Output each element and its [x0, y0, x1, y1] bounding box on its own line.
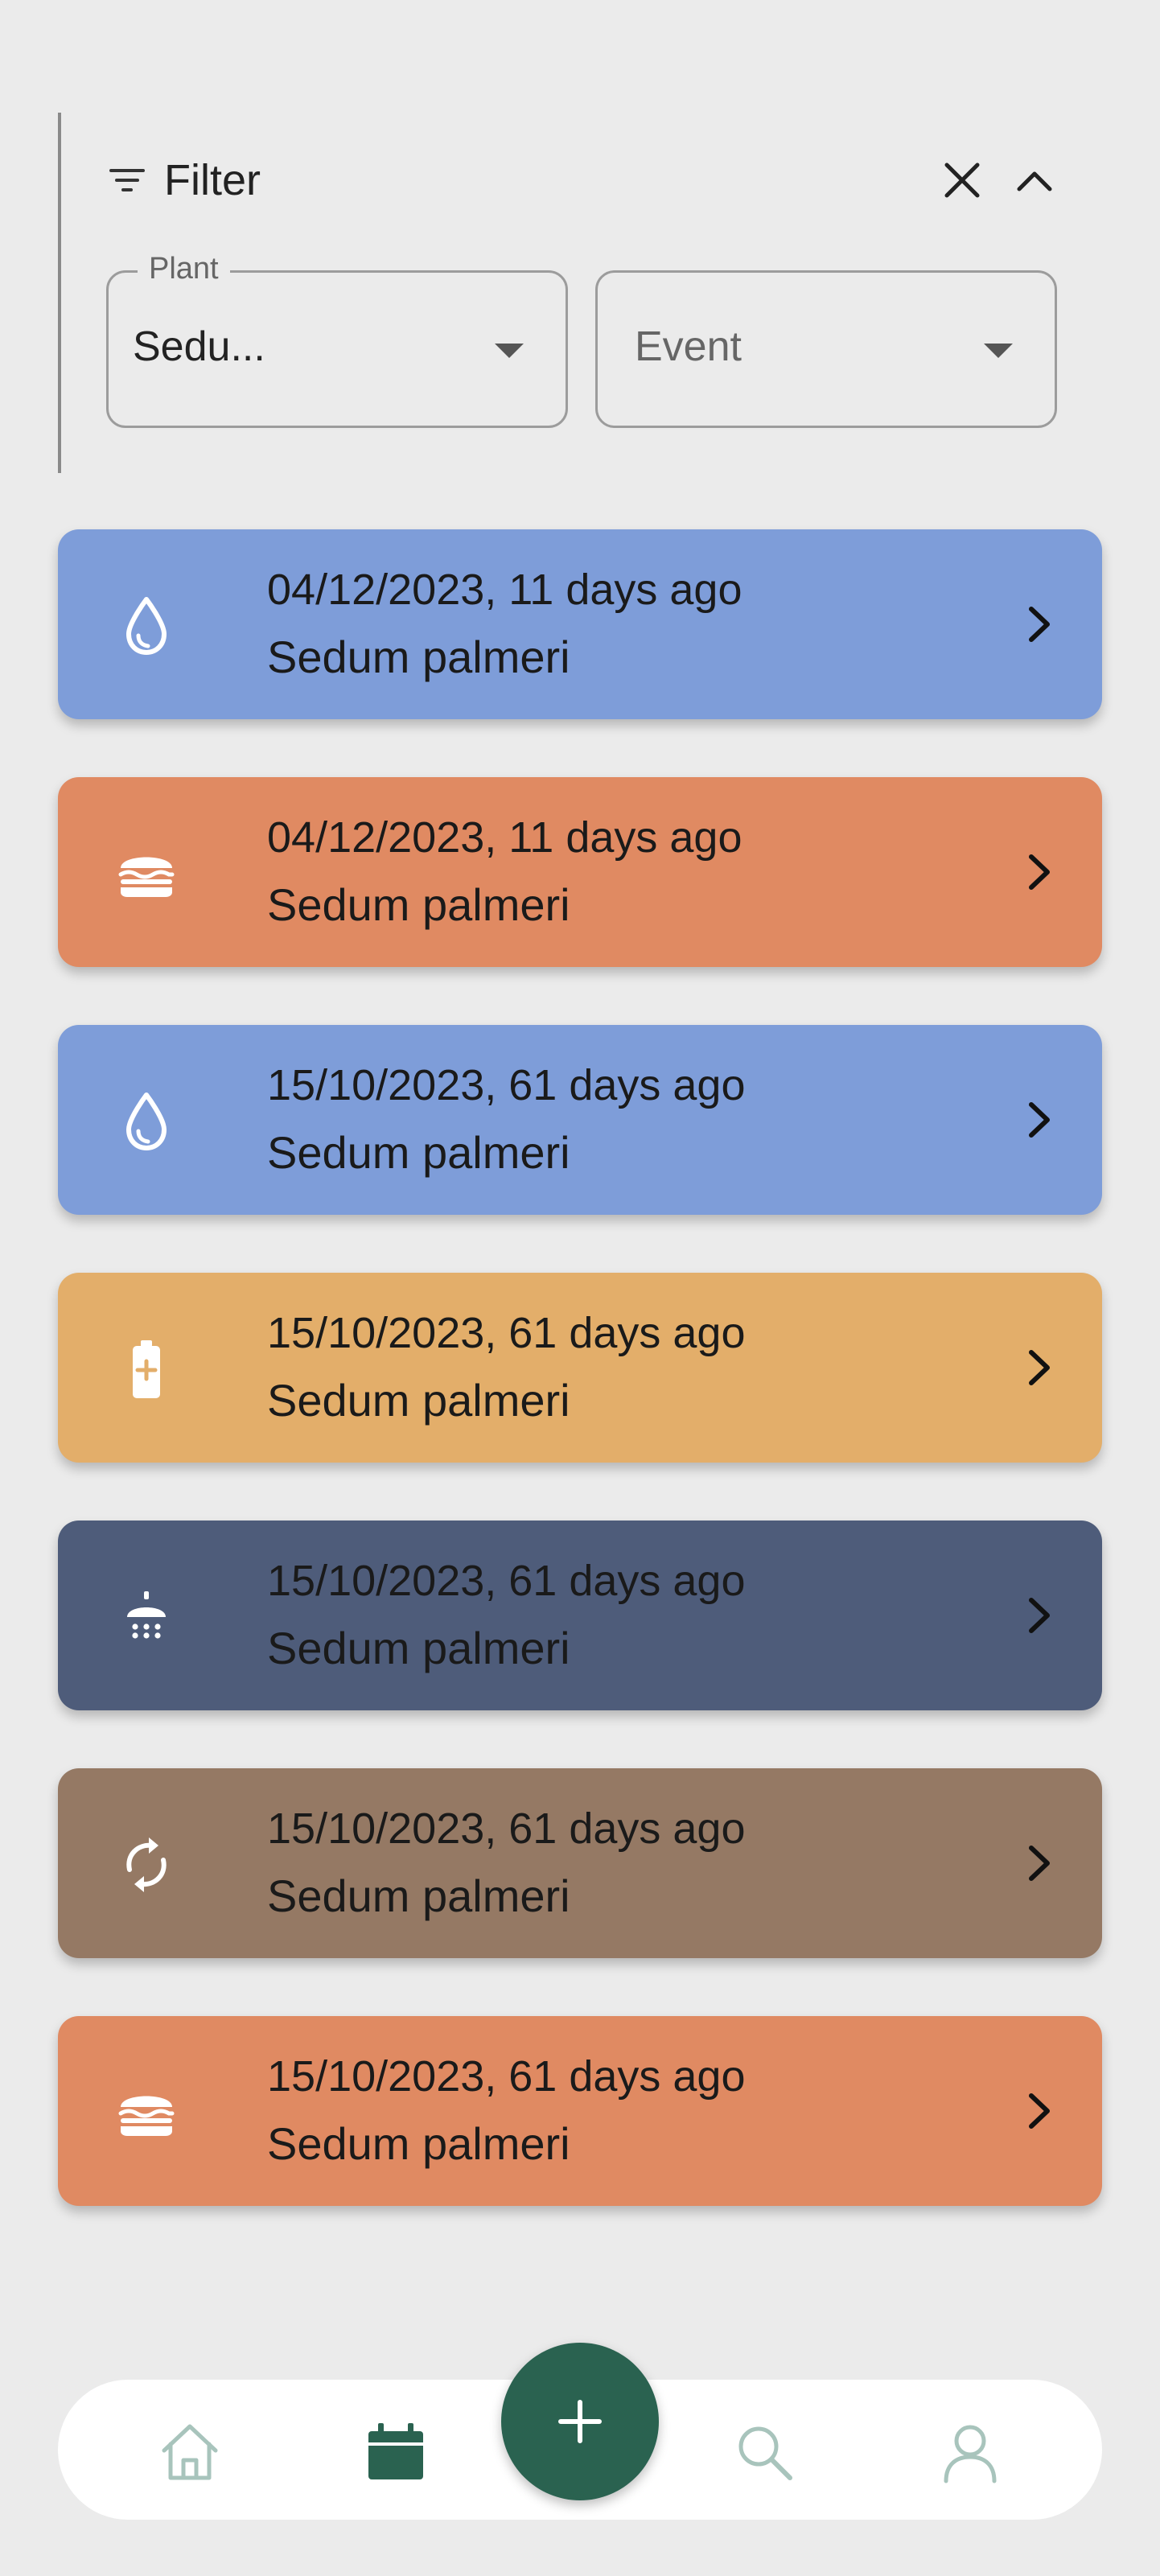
- add-icon: [558, 2400, 602, 2443]
- event-card[interactable]: 15/10/2023, 61 days ago Sedum palmeri: [58, 1025, 1102, 1215]
- filter-header: Filter: [109, 151, 1059, 209]
- event-card[interactable]: 04/12/2023, 11 days ago Sedum palmeri: [58, 529, 1102, 719]
- refresh-icon: [116, 1834, 177, 1895]
- event-card[interactable]: 15/10/2023, 61 days ago Sedum palmeri: [58, 2016, 1102, 2206]
- event-date: 15/10/2023, 61 days ago: [267, 1557, 746, 1605]
- event-date: 15/10/2023, 61 days ago: [267, 2052, 746, 2101]
- battery-plus-icon: [116, 1339, 177, 1400]
- event-card[interactable]: 04/12/2023, 11 days ago Sedum palmeri: [58, 777, 1102, 967]
- plant-select[interactable]: Plant Sedu...: [106, 252, 568, 428]
- nav-calendar[interactable]: [364, 2420, 428, 2484]
- event-select-placeholder: Event: [635, 323, 742, 370]
- event-card[interactable]: 15/10/2023, 61 days ago Sedum palmeri: [58, 1273, 1102, 1463]
- event-plant-name: Sedum palmeri: [267, 1623, 570, 1673]
- event-plant-name: Sedum palmeri: [267, 879, 570, 930]
- event-date: 15/10/2023, 61 days ago: [267, 1061, 746, 1109]
- chevron-right-icon: [1029, 1598, 1050, 1633]
- chevron-right-icon: [1029, 2093, 1050, 2129]
- open-event-button[interactable]: [1020, 1097, 1059, 1142]
- open-event-button[interactable]: [1020, 850, 1059, 895]
- chevron-up-icon: [1017, 171, 1052, 191]
- open-event-button[interactable]: [1020, 1345, 1059, 1390]
- open-event-button[interactable]: [1020, 2088, 1059, 2134]
- event-card[interactable]: 15/10/2023, 61 days ago Sedum palmeri: [58, 1520, 1102, 1710]
- event-select[interactable]: Event: [595, 270, 1057, 428]
- search-icon: [738, 2426, 792, 2480]
- plant-select-value: Sedu...: [133, 323, 265, 370]
- water-drop-icon: [116, 595, 177, 656]
- event-plant-name: Sedum palmeri: [267, 1127, 570, 1178]
- event-list: 04/12/2023, 11 days ago Sedum palmeri 04/1…: [58, 529, 1102, 2264]
- event-date: 15/10/2023, 61 days ago: [267, 1309, 746, 1357]
- plant-select-label: Plant: [138, 252, 230, 286]
- calendar-icon: [368, 2423, 423, 2479]
- open-event-button[interactable]: [1020, 1841, 1059, 1886]
- filter-icon: [109, 166, 145, 195]
- event-date: 04/12/2023, 11 days ago: [267, 813, 742, 862]
- collapse-filter-button[interactable]: [1010, 156, 1059, 204]
- filter-title: Filter: [164, 156, 261, 204]
- water-drop-icon: [116, 1091, 177, 1152]
- event-date: 15/10/2023, 61 days ago: [267, 1804, 746, 1853]
- add-event-button[interactable]: [501, 2343, 659, 2500]
- event-date: 04/12/2023, 11 days ago: [267, 566, 742, 614]
- chevron-right-icon: [1029, 607, 1050, 642]
- shower-icon: [116, 1586, 177, 1648]
- clear-filter-button[interactable]: [938, 156, 986, 204]
- chevron-right-icon: [1029, 1102, 1050, 1138]
- open-event-button[interactable]: [1020, 602, 1059, 647]
- event-plant-name: Sedum palmeri: [267, 1870, 570, 1921]
- open-event-button[interactable]: [1020, 1593, 1059, 1638]
- nav-home[interactable]: [158, 2420, 222, 2484]
- nav-profile[interactable]: [938, 2420, 1002, 2484]
- event-plant-name: Sedum palmeri: [267, 1375, 570, 1426]
- chevron-right-icon: [1029, 854, 1050, 890]
- dropdown-arrow-icon: [984, 344, 1013, 358]
- dropdown-arrow-icon: [495, 344, 524, 358]
- chevron-right-icon: [1029, 1350, 1050, 1385]
- filter-panel: Filter Plant Sedu... Event: [58, 113, 1057, 473]
- filter-actions: [938, 151, 1059, 209]
- user-icon: [944, 2425, 997, 2483]
- burger-icon: [116, 2082, 177, 2143]
- event-plant-name: Sedum palmeri: [267, 632, 570, 682]
- close-icon: [944, 163, 980, 198]
- nav-search[interactable]: [732, 2420, 796, 2484]
- filter-title-wrap: Filter: [109, 151, 261, 209]
- chevron-right-icon: [1029, 1846, 1050, 1881]
- burger-icon: [116, 843, 177, 904]
- home-icon: [162, 2424, 218, 2480]
- event-card[interactable]: 15/10/2023, 61 days ago Sedum palmeri: [58, 1768, 1102, 1958]
- event-plant-name: Sedum palmeri: [267, 2118, 570, 2169]
